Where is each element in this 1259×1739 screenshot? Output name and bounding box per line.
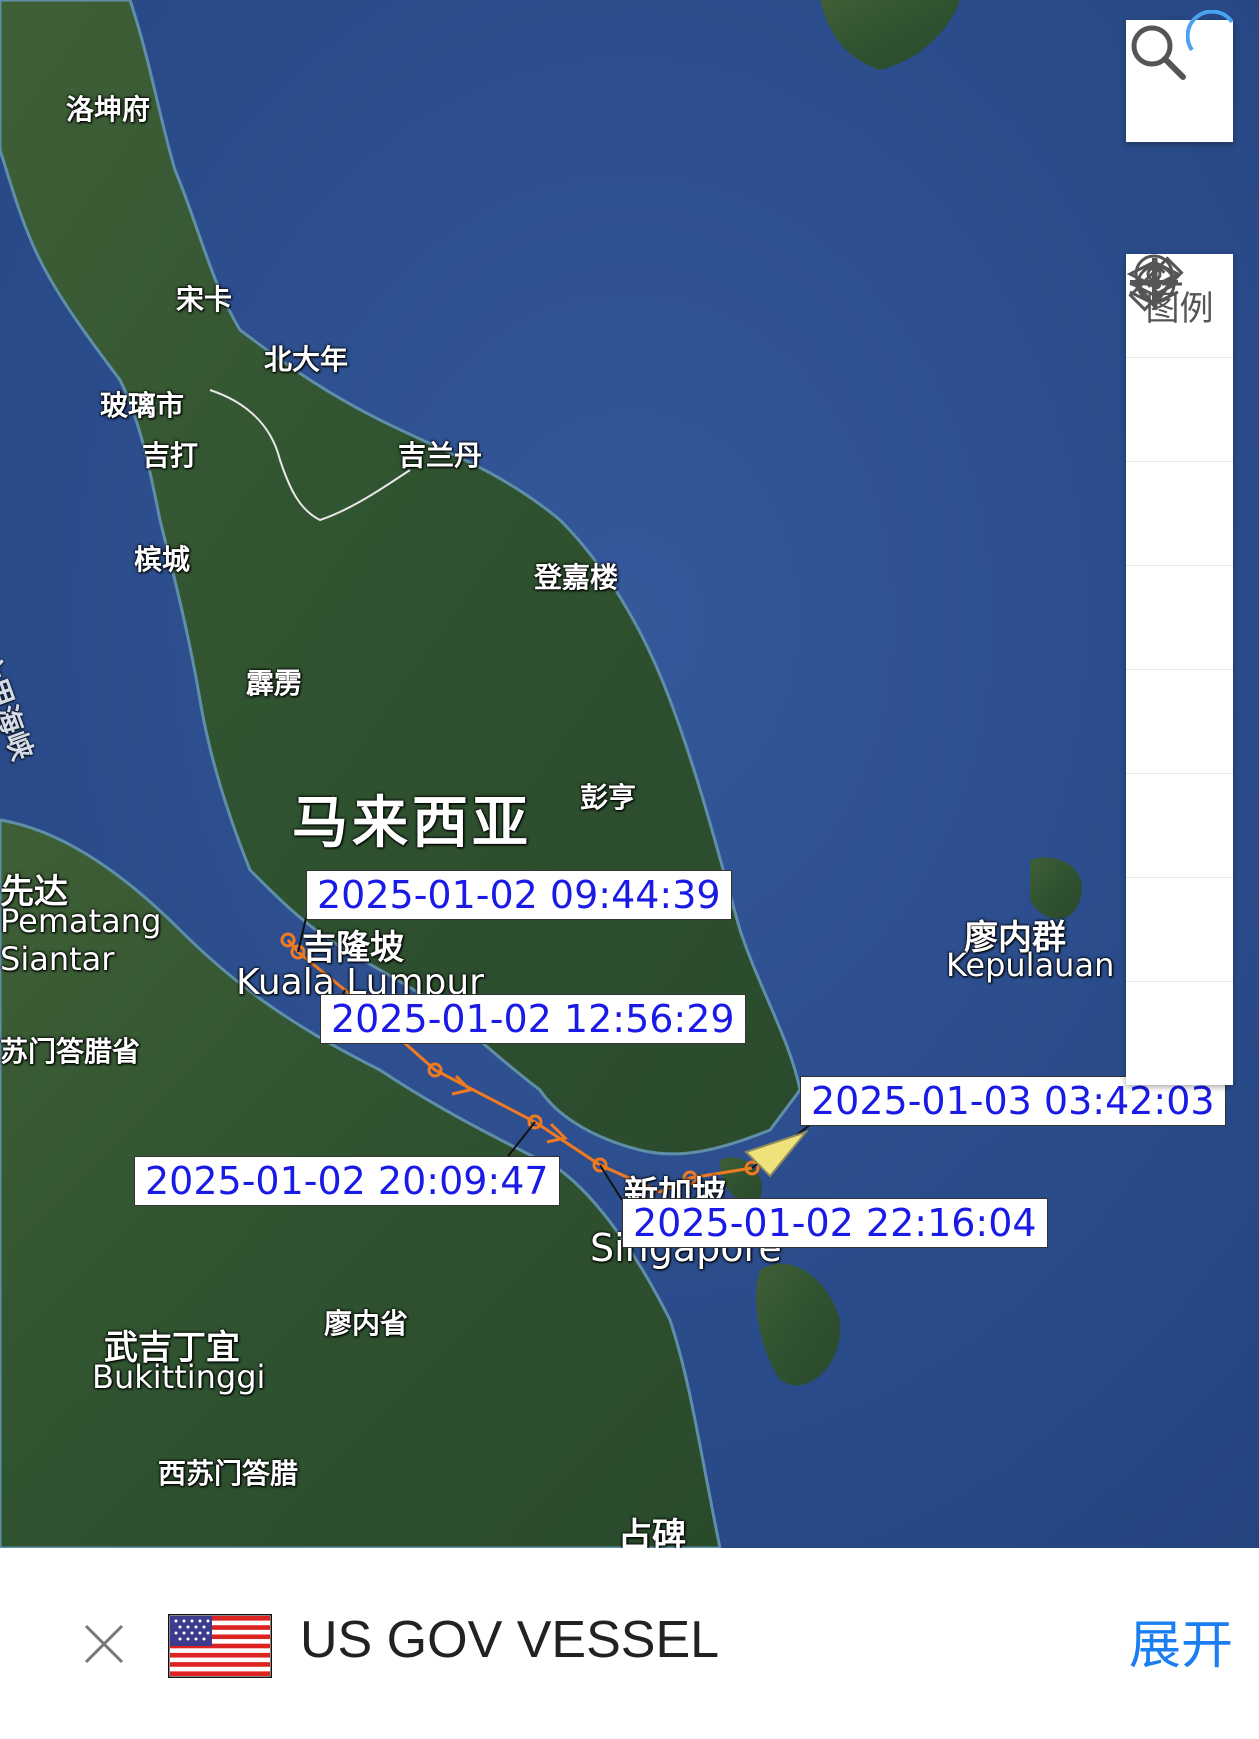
place-pematang: Pematang: [0, 902, 162, 940]
place-jambi: 占碑: [618, 1516, 686, 1548]
track-time-label: 2025-01-02 12:56:29: [320, 994, 746, 1044]
crosshair-button[interactable]: [1126, 258, 1233, 774]
place-beidanian: 北大年: [264, 343, 349, 376]
vessel-marker-icon[interactable]: [740, 1120, 810, 1180]
layers-button[interactable]: [1126, 260, 1233, 462]
close-icon[interactable]: [82, 1622, 126, 1666]
us-flag-icon: [168, 1614, 272, 1678]
place-songka: 宋卡: [176, 283, 233, 316]
zoom-out-button[interactable]: [1126, 280, 1233, 1085]
locate-button[interactable]: [1126, 258, 1233, 878]
place-bincheng: 槟城: [134, 543, 191, 576]
place-bukittinggi: Bukittinggi: [92, 1358, 266, 1396]
place-kepulauan: Kepulauan: [946, 946, 1115, 984]
expand-button[interactable]: 展开: [1129, 1603, 1233, 1678]
flag-stripe: [170, 1652, 270, 1658]
zoom-out-icon: [1130, 280, 1178, 284]
search-icon: [1131, 25, 1186, 80]
place-pili: 霹雳: [246, 667, 303, 700]
place-jida: 吉打: [142, 439, 199, 472]
map-view[interactable]: 洛坤府 宋卡 北大年 玻璃市 吉打 吉兰丹 槟城 登嘉楼 霹雳 马来西亚 彭亨 …: [0, 0, 1259, 1548]
place-pengheng: 彭亨: [580, 781, 637, 814]
map-pin-button[interactable]: [1126, 254, 1233, 566]
zoom-in-button[interactable]: [1126, 258, 1233, 982]
place-west-sumatra: 西苏门答腊: [158, 1457, 299, 1490]
place-bolishi: 玻璃市: [100, 389, 185, 422]
track-time-label: 2025-01-02 22:16:04: [622, 1198, 1048, 1248]
place-dengjialou: 登嘉楼: [534, 561, 619, 594]
flag-stripe: [170, 1671, 270, 1676]
track-time-label: 2025-01-02 09:44:39: [306, 870, 732, 920]
place-malaysia: 马来西亚: [292, 791, 532, 856]
ruler-button[interactable]: [1126, 256, 1233, 670]
place-sumatra-province: 苏门答腊省: [0, 1035, 141, 1068]
flag-stripe: [170, 1662, 270, 1667]
place-luokunfu: 洛坤府: [66, 93, 151, 126]
vessel-info-bar: US GOV VESSEL 展开: [0, 1548, 1259, 1739]
vessel-name: US GOV VESSEL: [300, 1611, 720, 1669]
track-time-label: 2025-01-02 20:09:47: [134, 1156, 560, 1206]
loading-spinner-icon: [1186, 10, 1234, 52]
map-background: [0, 0, 1259, 1548]
place-jilandan: 吉兰丹: [398, 439, 483, 472]
place-riau-province: 廖内省: [324, 1307, 409, 1340]
place-siantar: Siantar: [0, 940, 115, 978]
map-tool-panel: 图例: [1126, 254, 1233, 1085]
